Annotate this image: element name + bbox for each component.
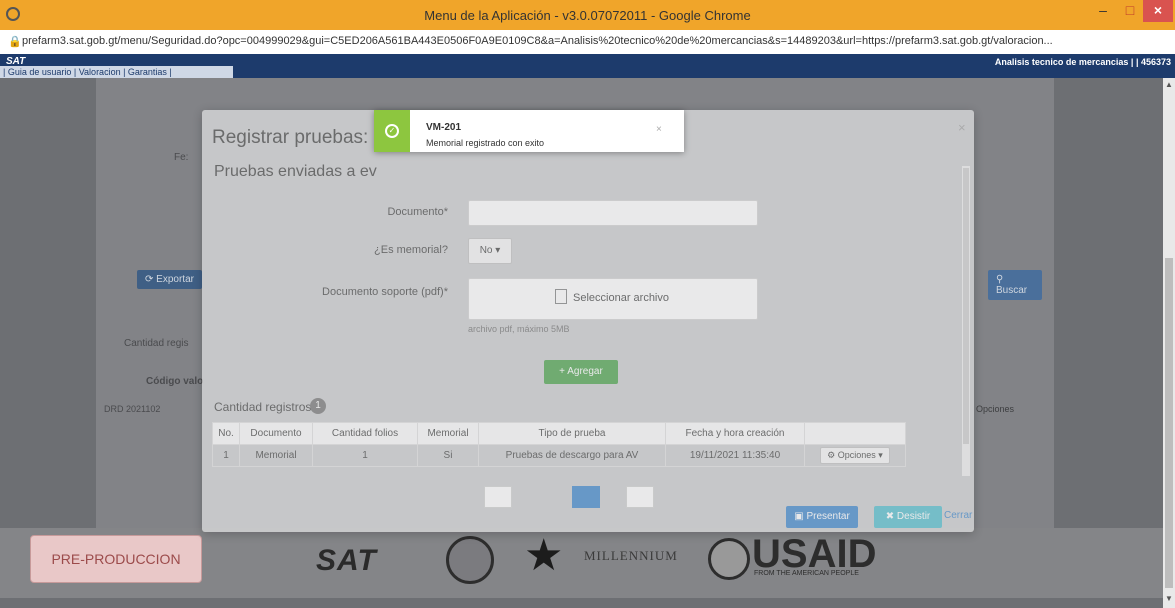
page-next[interactable] — [626, 486, 654, 508]
file-dropzone[interactable]: Seleccionar archivo — [468, 278, 758, 320]
opciones-button[interactable]: ⚙ Opciones ▾ — [820, 447, 890, 464]
page-prev[interactable] — [484, 486, 512, 508]
cell-documento: Memorial — [239, 444, 313, 467]
bg-row: DRD 2021102 — [104, 404, 161, 414]
gear-icon: ⚙ — [827, 450, 838, 460]
documento-label: Documento* — [387, 206, 448, 218]
caret-down-icon: ▾ — [495, 245, 501, 256]
toast-close-icon[interactable]: × — [656, 124, 662, 135]
agregar-button[interactable]: + Agregar — [544, 360, 618, 384]
cell-no: 1 — [212, 444, 240, 467]
caret-down-icon: ▾ — [875, 450, 883, 460]
bg-buscar-button[interactable]: ⚲ Buscar — [988, 270, 1042, 300]
pruebas-table: No. Documento Cantidad folios Memorial T… — [212, 422, 906, 467]
seleccionar-archivo-label[interactable]: Seleccionar archivo — [573, 292, 669, 304]
registros-count-badge: 1 — [310, 398, 326, 414]
usaid-seal — [708, 538, 750, 580]
x-icon: ✖ — [885, 511, 897, 522]
modal-subtitle: Pruebas enviadas a ev — [214, 163, 377, 180]
table-header-row: No. Documento Cantidad folios Memorial T… — [212, 422, 906, 445]
scroll-up-icon[interactable]: ▲ — [1165, 80, 1173, 89]
cell-fecha: 19/11/2021 11:35:40 — [665, 444, 805, 467]
check-icon: ✓ — [385, 124, 399, 138]
opciones-label: Opciones — [837, 450, 876, 460]
es-memorial-value: No — [479, 245, 493, 256]
file-help-text: archivo pdf, máximo 5MB — [468, 324, 570, 334]
usaid-subtitle: FROM THE AMERICAN PEOPLE — [754, 570, 859, 577]
es-memorial-label: ¿Es memorial? — [374, 244, 448, 256]
agregar-label: Agregar — [567, 366, 603, 377]
browser-titlebar: Menu de la Aplicación - v3.0.07072011 - … — [0, 0, 1175, 30]
bg-buscar-label: Buscar — [996, 285, 1028, 296]
cell-opciones: ⚙ Opciones ▾ — [804, 444, 906, 467]
cell-memorial: Si — [417, 444, 479, 467]
app-header: SAT Analisis tecnico de mercancias | | 4… — [0, 54, 1175, 78]
scroll-down-icon[interactable]: ▼ — [1165, 594, 1173, 603]
pagination — [484, 486, 664, 508]
toast-message: Memorial registrado con exito — [426, 138, 545, 148]
col-cantidad-folios: Cantidad folios — [312, 422, 418, 445]
sat-logo: SAT — [316, 544, 377, 577]
maximize-button[interactable]: □ — [1117, 0, 1143, 22]
lock-icon: 🔒 — [8, 36, 22, 48]
modal-close-icon[interactable]: × — [958, 120, 966, 135]
col-memorial: Memorial — [417, 422, 479, 445]
success-toast: ✓ VM-201 Memorial registrado con exito × — [374, 110, 684, 152]
cell-tipo: Pruebas de descargo para AV — [478, 444, 666, 467]
cell-folios: 1 — [312, 444, 418, 467]
table-row: 1 Memorial 1 Si Pruebas de descargo para… — [212, 444, 906, 467]
soporte-label: Documento soporte (pdf)* — [322, 286, 448, 298]
close-window-button[interactable]: × — [1143, 0, 1173, 22]
module-title: Analisis tecnico de mercancias | | 45637… — [994, 57, 1171, 67]
refresh-icon: ⟳ — [145, 274, 157, 285]
millennium-logo: MILLENNIUM — [584, 548, 678, 563]
preproduccion-badge: PRE-PRODUCCION — [30, 535, 202, 583]
toast-side: ✓ — [374, 110, 410, 152]
url-text[interactable]: prefarm3.sat.gob.gt/menu/Seguridad.do?op… — [22, 35, 1167, 47]
star-logo: ★ — [524, 531, 564, 580]
es-memorial-dropdown[interactable]: No ▾ — [468, 238, 512, 264]
modal-title: Registrar pruebas: D — [212, 127, 388, 148]
col-fecha: Fecha y hora creación — [665, 422, 805, 445]
bg-exportar-button[interactable]: ⟳ Exportar — [137, 270, 202, 289]
cantidad-registros-label: Cantidad registros — [214, 400, 312, 414]
col-no: No. — [212, 422, 240, 445]
documento-input[interactable] — [468, 200, 758, 226]
save-icon: ▣ — [794, 511, 807, 522]
modal-scrollbar[interactable] — [962, 166, 970, 476]
bg-cantidad: Cantidad regis — [124, 338, 189, 349]
bg-opciones[interactable]: Opciones — [976, 404, 1014, 414]
presentar-label: Presentar — [806, 511, 850, 522]
address-bar[interactable]: 🔒 prefarm3.sat.gob.gt/menu/Seguridad.do?… — [0, 30, 1175, 55]
desistir-button[interactable]: ✖ Desistir — [874, 506, 942, 528]
registrar-pruebas-modal: Registrar pruebas: D × Pruebas enviadas … — [202, 110, 974, 532]
window-title: Menu de la Aplicación - v3.0.07072011 - … — [424, 8, 751, 23]
minimize-button[interactable]: – — [1090, 0, 1116, 22]
header-links[interactable]: | Guia de usuario | Valoracion | Garanti… — [0, 66, 233, 78]
bg-codigo: Código valo — [146, 376, 204, 387]
modal-scroll-thumb[interactable] — [963, 168, 969, 444]
seal-logo — [446, 536, 494, 584]
search-icon: ⚲ — [996, 274, 1004, 285]
scroll-thumb[interactable] — [1165, 258, 1173, 588]
desistir-label: Desistir — [896, 511, 931, 522]
col-opciones — [804, 422, 906, 445]
col-tipo-prueba: Tipo de prueba — [478, 422, 666, 445]
col-documento: Documento — [239, 422, 313, 445]
file-icon — [555, 289, 567, 304]
bg-label-fe: Fe: — [174, 152, 189, 163]
cerrar-link[interactable]: Cerrar — [944, 510, 972, 521]
toast-title: VM-201 — [426, 122, 462, 133]
page-current[interactable] — [572, 486, 600, 508]
bg-exportar-label: Exportar — [156, 274, 194, 285]
presentar-button[interactable]: ▣ Presentar — [786, 506, 858, 528]
page-scrollbar[interactable]: ▲ ▼ — [1163, 78, 1175, 608]
